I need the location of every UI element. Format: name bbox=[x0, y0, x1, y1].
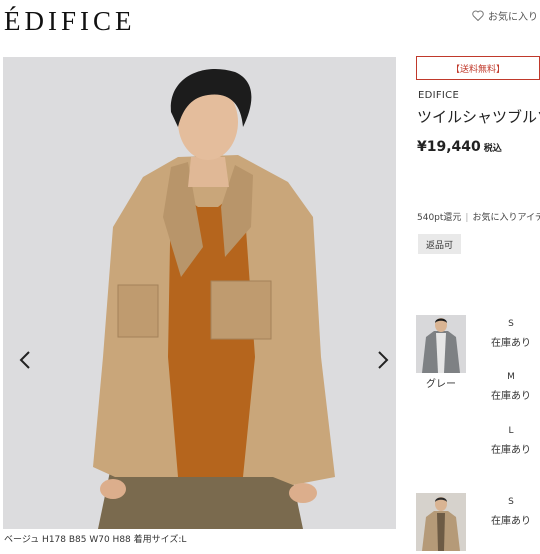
free-shipping-badge: 【送料無料】 bbox=[416, 56, 540, 80]
thumbnail-image bbox=[416, 493, 466, 551]
stock-status: 在庫あり bbox=[491, 391, 531, 402]
size-label: S bbox=[508, 319, 514, 329]
returnable-chip: 返品可 bbox=[418, 234, 461, 254]
previous-image-button[interactable] bbox=[15, 347, 35, 373]
model-illustration bbox=[93, 68, 335, 529]
points-label: 540pt還元 bbox=[417, 213, 462, 223]
brand-logo[interactable]: ÉDIFICE bbox=[4, 6, 136, 37]
points-info: 540pt還元|お気に入りアイテム bbox=[417, 210, 540, 223]
variant-thumbnail[interactable] bbox=[416, 315, 466, 373]
next-image-button[interactable] bbox=[373, 347, 393, 373]
size-label: S bbox=[508, 497, 514, 507]
product-price: ¥19,440 税込 bbox=[417, 139, 502, 155]
points-fav-label[interactable]: お気に入りアイテム bbox=[472, 213, 540, 223]
product-title: ツイルシャツブルゾン bbox=[417, 108, 540, 126]
heart-icon bbox=[472, 10, 484, 21]
stock-status: 在庫あり bbox=[491, 445, 531, 456]
size-option[interactable]: S 在庫あり bbox=[486, 319, 536, 349]
favorite-label: お気に入り bbox=[488, 12, 538, 23]
chevron-right-icon bbox=[378, 351, 389, 369]
chevron-left-icon bbox=[19, 351, 30, 369]
size-option[interactable]: M 在庫あり bbox=[486, 372, 536, 402]
product-photo[interactable] bbox=[3, 57, 396, 529]
stock-status: 在庫あり bbox=[491, 516, 531, 527]
size-label: M bbox=[507, 372, 515, 382]
size-option[interactable]: S 在庫あり bbox=[486, 497, 536, 527]
thumbnail-image bbox=[416, 315, 466, 373]
favorite-link[interactable]: お気に入り bbox=[472, 8, 538, 23]
divider: | bbox=[465, 213, 469, 223]
brand-name[interactable]: EDIFICE bbox=[418, 90, 459, 101]
variant-color-label: グレー bbox=[426, 379, 456, 390]
size-label: L bbox=[508, 426, 514, 436]
variant-thumbnail[interactable] bbox=[416, 493, 466, 551]
tax-label: 税込 bbox=[483, 144, 502, 154]
stock-status: 在庫あり bbox=[491, 338, 531, 349]
size-option[interactable]: L 在庫あり bbox=[486, 426, 536, 456]
price-value: ¥19,440 bbox=[417, 139, 481, 155]
photo-caption: ベージュ H178 B85 W70 H88 着用サイズ:L bbox=[4, 535, 187, 545]
